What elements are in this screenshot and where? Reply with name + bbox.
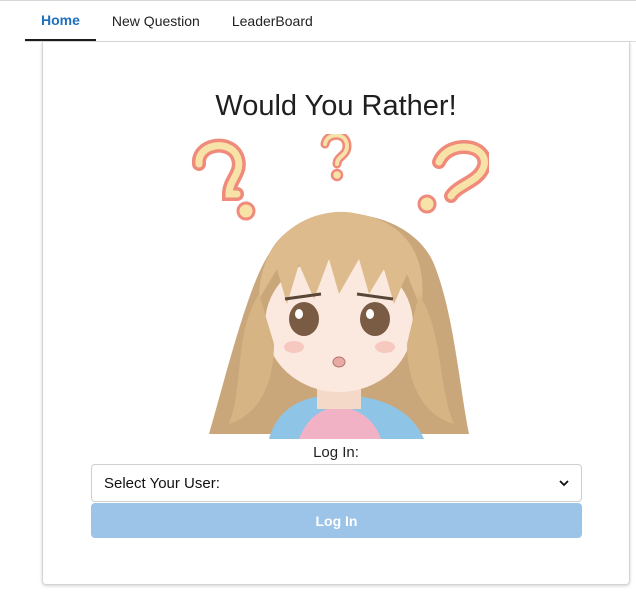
question-mark-center-icon <box>320 134 352 182</box>
tab-new-question-label: New Question <box>111 13 200 29</box>
login-button[interactable]: Log In <box>91 503 582 538</box>
user-select-value: Select Your User: <box>104 474 220 492</box>
tab-home-label: Home <box>41 12 80 28</box>
tab-home[interactable]: Home <box>25 1 96 41</box>
user-select[interactable]: Select Your User: <box>91 464 582 502</box>
login-label: Log In: <box>313 444 359 461</box>
tab-leaderboard-label: LeaderBoard <box>231 13 313 29</box>
tab-new-question[interactable]: New Question <box>96 1 216 41</box>
top-nav: Home New Question LeaderBoard <box>25 1 636 42</box>
page-title: Would You Rather! <box>215 90 457 122</box>
login-card: Would You Rather! Log In: Select Your Us… <box>42 42 630 585</box>
tab-leaderboard[interactable]: LeaderBoard <box>216 1 329 41</box>
question-mark-left-icon <box>192 138 256 221</box>
login-button-label: Log In <box>315 512 358 529</box>
question-mark-right-icon <box>417 140 489 214</box>
anime-girl-image <box>192 134 489 439</box>
chevron-down-icon <box>559 480 569 487</box>
